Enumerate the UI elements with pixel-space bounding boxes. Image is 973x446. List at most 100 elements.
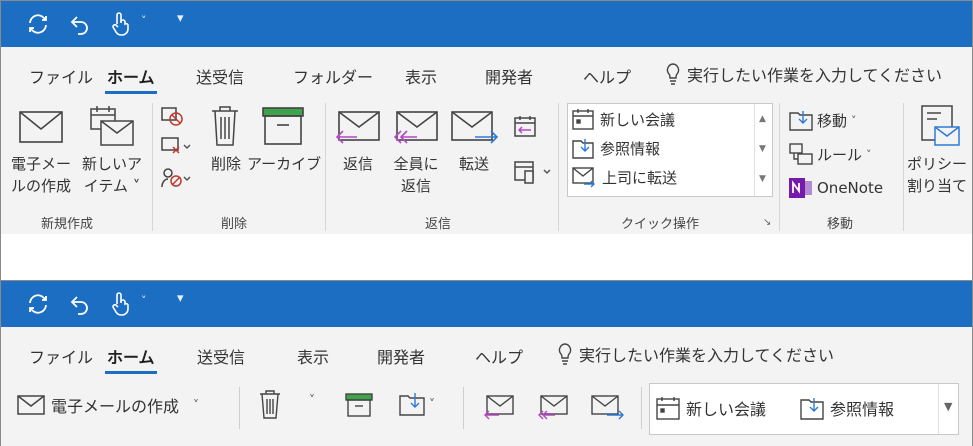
group-divider xyxy=(325,103,326,231)
tab-home[interactable]: ホーム xyxy=(105,344,157,374)
rules-icon xyxy=(789,143,813,165)
group-label-move: 移動 xyxy=(827,217,854,232)
sync-icon[interactable] xyxy=(25,11,51,37)
tell-me-text: 実行したい作業を入力してください xyxy=(687,66,943,85)
chevron-down-icon: ˅ xyxy=(193,398,200,412)
forward-button[interactable] xyxy=(591,395,625,421)
move-to-folder-icon xyxy=(572,139,594,159)
archive-button[interactable] xyxy=(345,393,373,417)
touch-mode-icon[interactable] xyxy=(107,11,133,37)
quick-step-new-meeting[interactable]: 新しい会議 xyxy=(656,396,766,420)
quick-step-reference[interactable]: 参照情報 xyxy=(572,135,660,161)
junk-icon[interactable] xyxy=(161,167,191,193)
separator-space xyxy=(0,234,973,280)
onenote-button[interactable]: OneNote xyxy=(789,175,883,201)
tab-developer[interactable]: 開発者 xyxy=(377,344,425,368)
archive-icon xyxy=(262,107,304,149)
tab-view[interactable]: 表示 xyxy=(405,64,437,88)
reply-all-icon xyxy=(393,111,439,149)
quick-step-reference[interactable]: 参照情報 xyxy=(800,396,894,420)
chevron-down-icon: ˅ xyxy=(851,113,857,127)
meeting-reply-icon[interactable] xyxy=(513,115,539,145)
tab-send-receive[interactable]: 送受信 xyxy=(197,344,245,368)
tab-home[interactable]: ホーム xyxy=(105,64,157,94)
reply-button[interactable]: 返信 xyxy=(335,153,381,175)
rules-button[interactable]: ルール ˅ xyxy=(789,141,872,167)
simplified-ribbon-body: 電子メールの作成 ˅ ˅ ˅ 新しい会議 参照情報 ▼ xyxy=(1,377,972,446)
delete-button[interactable]: 削除 xyxy=(205,153,247,175)
envelope-icon xyxy=(17,395,45,415)
undo-icon[interactable] xyxy=(67,291,93,317)
undo-icon[interactable] xyxy=(67,11,93,37)
lightbulb-icon xyxy=(558,343,572,365)
reply-all-button[interactable]: 全員に 返信 xyxy=(389,153,443,197)
quick-steps-scrollbar[interactable]: ▼ xyxy=(938,384,958,434)
lightbulb-icon xyxy=(666,63,680,85)
move-button[interactable]: ˅ xyxy=(399,391,435,417)
group-divider xyxy=(239,387,240,429)
trash-icon xyxy=(260,390,280,419)
new-items-icon xyxy=(89,105,135,151)
group-divider xyxy=(903,103,904,231)
group-divider xyxy=(463,387,464,429)
quick-access-toolbar: ˅ ▾ xyxy=(1,1,972,47)
gallery-expand-icon[interactable]: ▼ xyxy=(759,174,766,184)
onenote-icon xyxy=(789,178,812,198)
ribbon-body: 電子メー ルの作成 新しいア イテム ˅ 新規作成 削除 アーカイブ 削除 返信… xyxy=(1,97,972,235)
group-divider xyxy=(779,103,780,231)
scroll-up-icon[interactable]: ▲ xyxy=(759,114,766,124)
tab-file[interactable]: ファイル xyxy=(29,344,93,368)
group-label-delete: 削除 xyxy=(221,217,248,232)
ignore-icon[interactable] xyxy=(161,107,185,131)
reply-all-button[interactable] xyxy=(537,395,569,421)
classic-ribbon: ˅ ▾ ファイル ホーム 送受信 フォルダー 表示 開発者 ヘルプ 実行したい作… xyxy=(0,0,973,235)
tab-help[interactable]: ヘルプ xyxy=(583,64,631,88)
new-email-button[interactable]: 電子メールの作成 ˅ xyxy=(17,393,199,417)
tab-file[interactable]: ファイル xyxy=(29,64,93,88)
more-respond-icon[interactable] xyxy=(513,159,553,189)
tell-me-search[interactable]: 実行したい作業を入力してください xyxy=(557,342,834,366)
trash-icon xyxy=(211,105,239,151)
assign-policy-button[interactable]: ポリシー 割り当て xyxy=(907,153,973,197)
new-items-button[interactable]: 新しいア イテム ˅ xyxy=(77,153,147,197)
tell-me-search[interactable]: 実行したい作業を入力してください xyxy=(665,62,942,86)
group-divider xyxy=(641,387,642,429)
sync-icon[interactable] xyxy=(25,291,51,317)
tab-folder[interactable]: フォルダー xyxy=(293,64,373,88)
reply-icon xyxy=(335,111,381,149)
group-divider xyxy=(558,103,559,231)
simplified-ribbon: ˅ ▾ ファイル ホーム 送受信 表示 開発者 ヘルプ 実行したい作業を入力して… xyxy=(0,280,973,446)
group-label-new: 新規作成 xyxy=(41,217,94,232)
customize-qat-icon[interactable]: ▾ xyxy=(177,11,184,26)
dialog-launcher-icon[interactable]: ↘ xyxy=(763,217,771,228)
forward-button[interactable]: 転送 xyxy=(451,153,497,175)
chevron-down-icon[interactable]: ˅ xyxy=(141,14,147,27)
quick-steps-scrollbar[interactable]: ▲ ▼ ▼ xyxy=(754,104,772,196)
reply-button[interactable] xyxy=(483,395,515,421)
move-to-folder-icon xyxy=(399,393,425,416)
chevron-down-icon[interactable]: ˅ xyxy=(141,294,147,307)
group-label-respond: 返信 xyxy=(425,217,452,232)
forward-icon xyxy=(591,395,624,420)
touch-mode-icon[interactable] xyxy=(107,291,133,317)
envelope-icon xyxy=(19,111,63,147)
customize-qat-icon[interactable]: ▾ xyxy=(177,291,184,306)
quick-step-new-meeting[interactable]: 新しい会議 xyxy=(572,106,675,132)
scroll-down-icon[interactable]: ▼ xyxy=(759,144,766,154)
group-label-quick-steps: クイック操作 xyxy=(621,217,700,232)
move-button[interactable]: 移動 ˅ xyxy=(789,107,857,133)
tab-send-receive[interactable]: 送受信 xyxy=(196,64,244,88)
tab-view[interactable]: 表示 xyxy=(297,344,329,368)
quick-steps-gallery[interactable]: 新しい会議 参照情報 ▼ xyxy=(649,383,959,435)
chevron-down-icon[interactable]: ˅ xyxy=(309,393,315,407)
clean-up-icon[interactable] xyxy=(161,137,191,161)
delete-button[interactable] xyxy=(259,389,281,419)
gallery-expand-icon[interactable]: ▼ xyxy=(944,400,952,413)
tab-developer[interactable]: 開発者 xyxy=(485,64,533,88)
quick-steps-gallery[interactable]: 新しい会議 参照情報 上司に転送 ▲ ▼ ▼ xyxy=(567,103,773,197)
archive-button[interactable]: アーカイブ xyxy=(247,153,321,175)
tab-help[interactable]: ヘルプ xyxy=(475,344,523,368)
quick-step-forward-manager[interactable]: 上司に転送 xyxy=(572,164,677,190)
reply-all-icon xyxy=(538,395,568,420)
new-email-button[interactable]: 電子メー ルの作成 xyxy=(7,153,75,197)
